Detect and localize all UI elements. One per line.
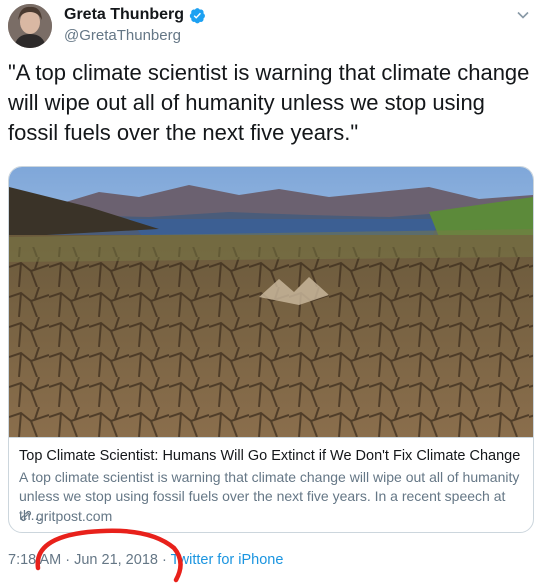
card-image: [9, 167, 533, 437]
chevron-down-icon[interactable]: [516, 8, 530, 22]
tweet-text: "A top climate scientist is warning that…: [8, 60, 530, 145]
avatar[interactable]: [8, 4, 52, 48]
verified-badge-icon: [189, 7, 205, 23]
red-circle-annotation: [35, 528, 183, 583]
author-name[interactable]: Greta Thunberg: [64, 6, 184, 24]
card-title[interactable]: Top Climate Scientist: Humans Will Go Ex…: [19, 448, 524, 464]
author-row: Greta Thunberg: [64, 6, 206, 24]
link-card[interactable]: Top Climate Scientist: Humans Will Go Ex…: [8, 166, 534, 533]
author-handle[interactable]: @GretaThunberg: [64, 27, 181, 44]
